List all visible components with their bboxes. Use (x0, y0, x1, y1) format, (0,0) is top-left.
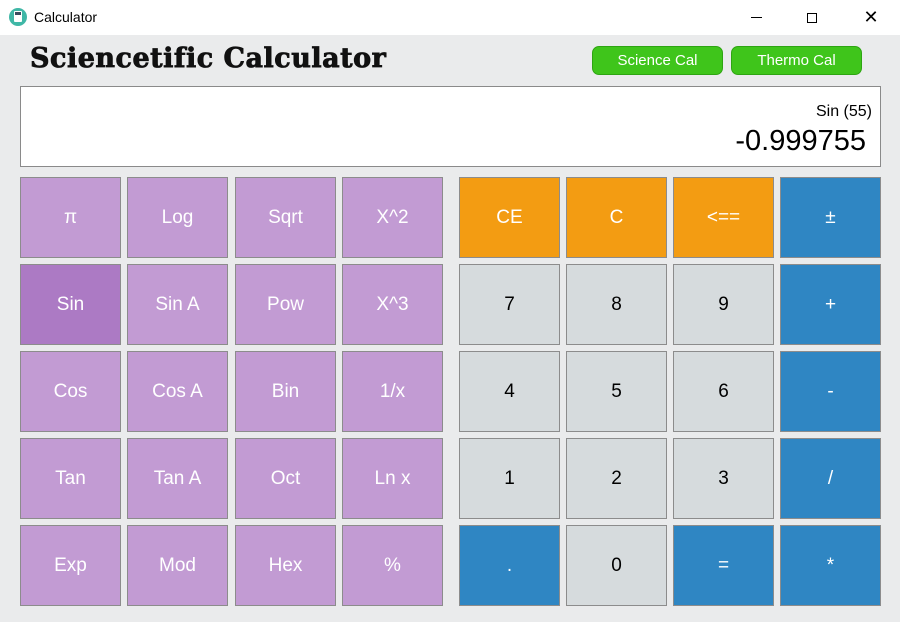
key-tan-a[interactable]: Tan A (127, 438, 228, 519)
result-display: -0.999755 (735, 125, 866, 157)
maximize-button[interactable] (789, 0, 835, 35)
key-2[interactable]: 2 (566, 438, 667, 519)
key-oct[interactable]: Oct (235, 438, 336, 519)
key-x-pow-3[interactable]: X^3 (342, 264, 443, 345)
key-bin[interactable]: Bin (235, 351, 336, 432)
key-ce[interactable]: CE (459, 177, 560, 258)
key-equals[interactable]: = (673, 525, 774, 606)
key-1-div-x[interactable]: 1/x (342, 351, 443, 432)
minimize-button[interactable] (733, 0, 779, 35)
key-sin[interactable]: Sin (20, 264, 121, 345)
key-hex[interactable]: Hex (235, 525, 336, 606)
key-div[interactable]: / (780, 438, 881, 519)
key-8[interactable]: 8 (566, 264, 667, 345)
key-backspace[interactable]: <== (673, 177, 774, 258)
close-icon: ✕ (863, 6, 879, 28)
key-tan[interactable]: Tan (20, 438, 121, 519)
key-6[interactable]: 6 (673, 351, 774, 432)
thermo-cal-button[interactable]: Thermo Cal (731, 46, 862, 75)
key-pow[interactable]: Pow (235, 264, 336, 345)
key-ln-x[interactable]: Ln x (342, 438, 443, 519)
key-1[interactable]: 1 (459, 438, 560, 519)
key-cos[interactable]: Cos (20, 351, 121, 432)
key-cos-a[interactable]: Cos A (127, 351, 228, 432)
key-log[interactable]: Log (127, 177, 228, 258)
title-bar: Calculator ✕ (0, 0, 900, 35)
key-sqrt[interactable]: Sqrt (235, 177, 336, 258)
key-pi[interactable]: π (20, 177, 121, 258)
science-cal-button[interactable]: Science Cal (592, 46, 723, 75)
key-3[interactable]: 3 (673, 438, 774, 519)
key-5[interactable]: 5 (566, 351, 667, 432)
key-plus[interactable]: + (780, 264, 881, 345)
maximize-icon (807, 12, 817, 23)
key-9[interactable]: 9 (673, 264, 774, 345)
key-4[interactable]: 4 (459, 351, 560, 432)
key-multiply[interactable]: * (780, 525, 881, 606)
expression-display: Sin (55) (815, 103, 872, 120)
key-plus-minus[interactable]: ± (780, 177, 881, 258)
key-c[interactable]: C (566, 177, 667, 258)
page-title: Sciencetific Calculator (30, 43, 387, 75)
key-percent[interactable]: % (342, 525, 443, 606)
key-7[interactable]: 7 (459, 264, 560, 345)
key-0[interactable]: 0 (566, 525, 667, 606)
key-sin-a[interactable]: Sin A (127, 264, 228, 345)
close-button[interactable]: ✕ (848, 0, 894, 35)
key-exp[interactable]: Exp (20, 525, 121, 606)
minimize-icon (750, 17, 762, 18)
key-decimal[interactable]: . (459, 525, 560, 606)
display-panel: Sin (55) -0.999755 (20, 86, 881, 167)
key-mod[interactable]: Mod (127, 525, 228, 606)
key-x-pow-2[interactable]: X^2 (342, 177, 443, 258)
window-title: Calculator (34, 9, 98, 25)
calculator-icon (9, 8, 27, 26)
key-minus[interactable]: - (780, 351, 881, 432)
